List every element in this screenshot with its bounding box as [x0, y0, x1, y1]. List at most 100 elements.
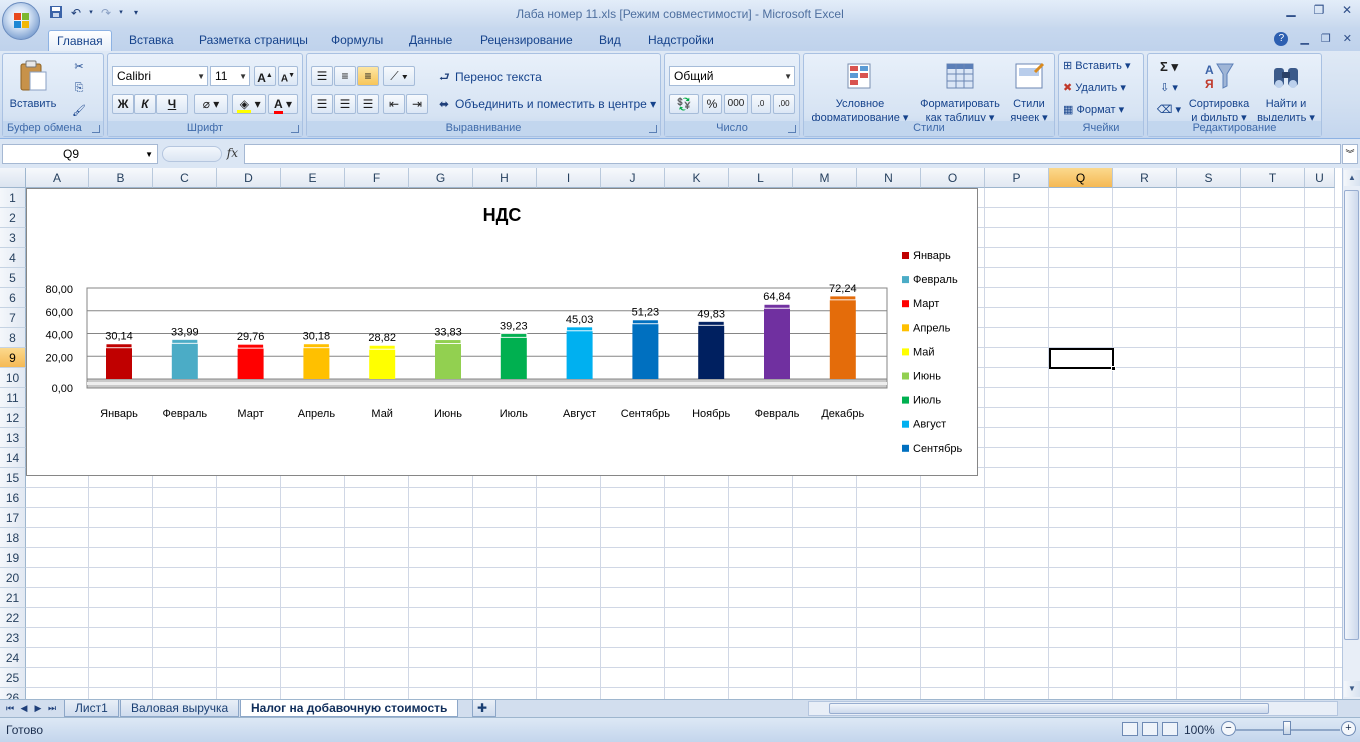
last-sheet-icon[interactable]: ⏭ [46, 701, 58, 716]
row-header-25[interactable]: 25 [0, 668, 26, 688]
column-header-s[interactable]: S [1177, 168, 1241, 188]
horizontal-scroll-thumb[interactable] [829, 703, 1269, 714]
row-header-2[interactable]: 2 [0, 208, 26, 228]
name-box[interactable]: Q9 ▼ [2, 144, 158, 164]
align-bottom-button[interactable]: ≡ [357, 66, 379, 86]
row-header-5[interactable]: 5 [0, 268, 26, 288]
row-header-3[interactable]: 3 [0, 228, 26, 248]
font-size-combo[interactable]: 11 ▼ [210, 66, 250, 86]
column-header-q[interactable]: Q [1049, 168, 1113, 188]
tab-page-layout[interactable]: Разметка страницы [191, 30, 316, 51]
cut-icon[interactable]: ✂ [71, 60, 87, 76]
increase-decimal-button[interactable]: ,0 [751, 94, 771, 114]
row-header-9[interactable]: 9 [0, 348, 26, 368]
number-format-combo[interactable]: Общий ▼ [669, 66, 795, 86]
align-left-button[interactable]: ☰ [311, 94, 333, 114]
column-header-c[interactable]: C [153, 168, 217, 188]
row-header-8[interactable]: 8 [0, 328, 26, 348]
conditional-formatting-button[interactable]: Условное форматирование ▾ [806, 58, 914, 124]
decrease-indent-button[interactable]: ⇤ [383, 94, 405, 114]
insert-cells-button[interactable]: ⊞ Вставить ▾ [1063, 59, 1141, 72]
decrease-decimal-button[interactable]: ,00 [773, 94, 795, 114]
column-header-i[interactable]: I [537, 168, 601, 188]
orientation-button[interactable]: ⟋ ▾ [383, 66, 415, 86]
align-middle-button[interactable]: ≡ [334, 66, 356, 86]
format-cells-button[interactable]: ▦ Формат ▾ [1063, 103, 1141, 116]
insert-function-icon[interactable]: fx [227, 146, 238, 160]
paste-button[interactable]: Вставить [9, 58, 57, 116]
zoom-out-icon[interactable]: − [1221, 721, 1236, 736]
scroll-down-icon[interactable]: ▼ [1344, 681, 1360, 697]
normal-view-icon[interactable] [1122, 722, 1138, 736]
next-sheet-icon[interactable]: ▶ [32, 701, 44, 716]
column-header-e[interactable]: E [281, 168, 345, 188]
borders-button[interactable]: ⌀ ▾ [194, 94, 228, 114]
column-header-b[interactable]: B [89, 168, 153, 188]
sheet-tab-gross-revenue[interactable]: Валовая выручка [120, 700, 240, 717]
select-all-corner[interactable] [0, 168, 26, 188]
clipboard-launcher-icon[interactable] [92, 125, 100, 133]
row-header-13[interactable]: 13 [0, 428, 26, 448]
find-select-button[interactable]: Найти и выделить ▾ [1254, 58, 1318, 124]
doc-close-icon[interactable]: ✕ [1343, 32, 1352, 46]
thousands-button[interactable]: 000 [724, 94, 748, 114]
tab-home[interactable]: Главная [48, 30, 112, 51]
tab-addins[interactable]: Надстройки [640, 30, 722, 51]
percent-button[interactable]: % [702, 94, 722, 114]
grow-font-button[interactable]: A▲ [254, 66, 276, 86]
align-right-button[interactable]: ☰ [357, 94, 379, 114]
number-launcher-icon[interactable] [788, 125, 796, 133]
column-header-m[interactable]: M [793, 168, 857, 188]
format-as-table-button[interactable]: Форматировать как таблицу ▾ [914, 58, 1006, 124]
row-header-1[interactable]: 1 [0, 188, 26, 208]
sheet-tab-vat[interactable]: Налог на добавочную стоимость [240, 700, 459, 717]
zoom-slider-knob[interactable] [1283, 721, 1291, 735]
column-header-t[interactable]: T [1241, 168, 1305, 188]
zoom-in-icon[interactable]: + [1341, 721, 1356, 736]
doc-restore-icon[interactable]: ❐ [1321, 32, 1331, 46]
minimize-icon[interactable]: ▁ [1284, 3, 1298, 17]
fill-color-button[interactable]: ◈ ▾ [232, 94, 266, 114]
tab-formulas[interactable]: Формулы [323, 30, 391, 51]
vat-chart[interactable]: НДС 0,00 20,00 40,00 60,00 80,00 30,14 Январь 3… [26, 188, 978, 476]
column-header-f[interactable]: F [345, 168, 409, 188]
column-header-o[interactable]: O [921, 168, 985, 188]
tab-review[interactable]: Рецензирование [472, 30, 581, 51]
delete-cells-button[interactable]: ✖ Удалить ▾ [1063, 81, 1141, 94]
copy-icon[interactable]: ⎘ [71, 82, 87, 98]
column-header-u[interactable]: U [1305, 168, 1335, 188]
zoom-level[interactable]: 100% [1184, 723, 1215, 737]
vertical-scrollbar[interactable]: ▲ ▼ [1342, 168, 1360, 699]
row-header-14[interactable]: 14 [0, 448, 26, 468]
align-center-button[interactable]: ☰ [334, 94, 356, 114]
restore-icon[interactable]: ❐ [1312, 3, 1326, 17]
worksheet-grid[interactable]: ABCDEFGHIJKLMNOPQRSTU 1 2 3 4 5 6 7 8 9 10 11 12 13 1… [0, 168, 1342, 699]
row-header-16[interactable]: 16 [0, 488, 26, 508]
row-header-11[interactable]: 11 [0, 388, 26, 408]
column-header-g[interactable]: G [409, 168, 473, 188]
scroll-up-icon[interactable]: ▲ [1344, 170, 1360, 186]
row-header-15[interactable]: 15 [0, 468, 26, 488]
tab-insert[interactable]: Вставка [121, 30, 182, 51]
first-sheet-icon[interactable]: ⏮ [4, 701, 16, 716]
merge-center-button[interactable]: ⬌ Объединить и поместить в центре ▾ [439, 97, 657, 111]
tab-view[interactable]: Вид [591, 30, 629, 51]
fill-handle[interactable] [1111, 366, 1116, 371]
currency-button[interactable]: 💱 [669, 94, 699, 114]
increase-indent-button[interactable]: ⇥ [406, 94, 428, 114]
row-header-4[interactable]: 4 [0, 248, 26, 268]
format-painter-icon[interactable]: 🖌 [71, 104, 87, 120]
selected-cell-q9[interactable] [1049, 348, 1116, 371]
column-header-a[interactable]: A [26, 168, 89, 188]
italic-button[interactable]: К [134, 94, 156, 114]
shrink-font-button[interactable]: A▼ [278, 66, 298, 86]
row-header-26[interactable]: 26 [0, 688, 26, 699]
insert-sheet-icon[interactable]: ✚ [472, 700, 496, 717]
column-header-n[interactable]: N [857, 168, 921, 188]
page-layout-view-icon[interactable] [1142, 722, 1158, 736]
help-icon[interactable]: ? [1274, 32, 1289, 46]
cell-styles-button[interactable]: Стили ячеек ▾ [1006, 58, 1052, 124]
column-header-d[interactable]: D [217, 168, 281, 188]
name-box-dropdown-icon[interactable]: ▼ [145, 146, 153, 164]
font-color-button[interactable]: A ▾ [268, 94, 298, 114]
